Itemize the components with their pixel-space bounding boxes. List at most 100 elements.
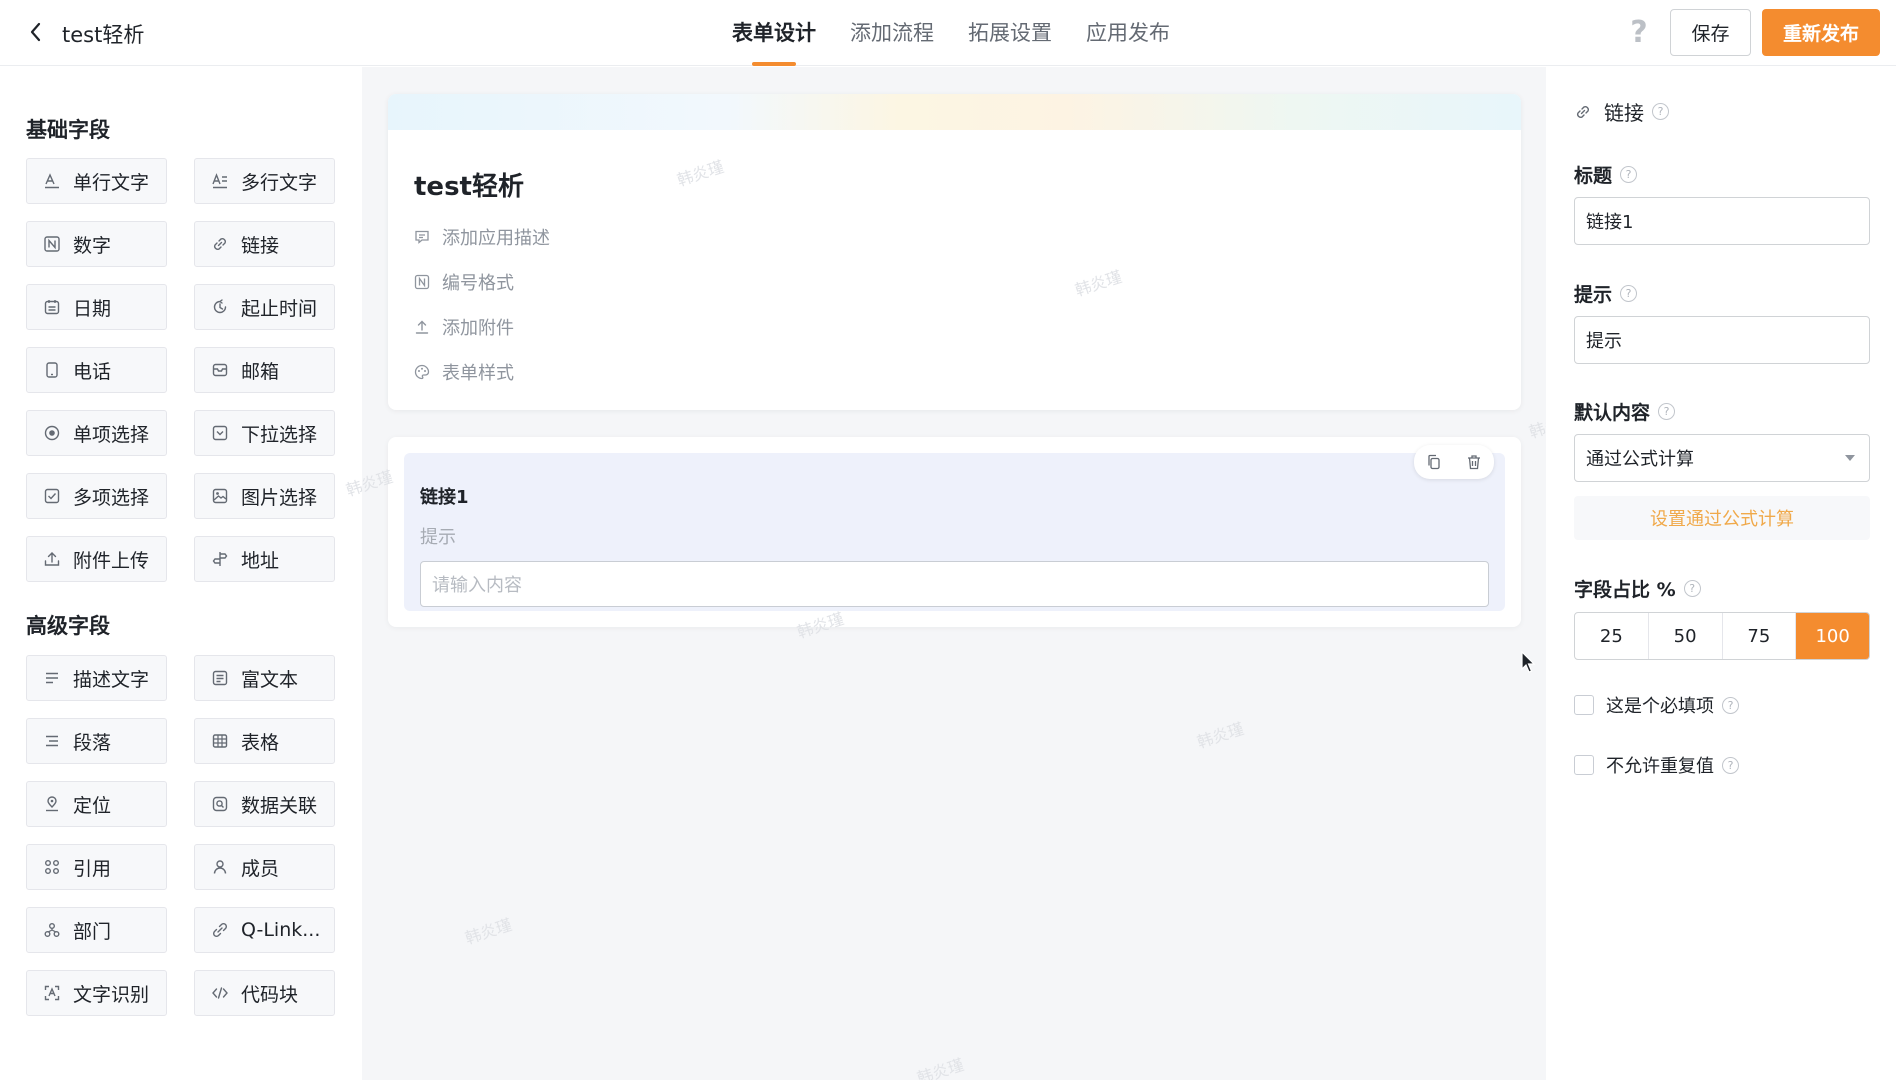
ratio-option-50[interactable]: 50 [1649,613,1723,659]
field-ocr[interactable]: 文字识别 [26,970,167,1016]
field-single-line-text[interactable]: 单行文字 [26,158,167,204]
tab-extension-settings[interactable]: 拓展设置 [968,0,1052,66]
help-icon[interactable]: ? [1624,16,1654,50]
field-label: 文字识别 [73,983,150,1006]
hint-label-text: 提示 [1574,284,1613,306]
field-dropdown[interactable]: 下拉选择 [194,410,335,456]
hint-input[interactable]: 提示 [1574,316,1870,364]
field-link[interactable]: 链接 [194,221,335,267]
form-title[interactable]: test轻析 [414,166,524,203]
ratio-option-100[interactable]: 100 [1796,613,1869,659]
field-attachment-upload[interactable]: 附件上传 [26,536,167,582]
field-properties-panel: 链接 ? 标题 ? 链接1 提示 ? 提示 默认内容 ? 通过公式计算 设置通过… [1546,67,1896,1080]
field-department[interactable]: 部门 [26,907,167,953]
field-table[interactable]: 表格 [194,718,335,764]
reference-icon [45,860,59,874]
hint-label: 提示 ? [1574,280,1638,307]
upload-icon [415,320,429,334]
field-checkbox[interactable]: 多项选择 [26,473,167,519]
field-label: 邮箱 [241,360,280,383]
field-member[interactable]: 成员 [194,844,335,890]
field-label: 描述文字 [73,668,150,691]
meta-label: 添加附件 [442,318,514,339]
field-actions [1414,445,1494,479]
field-data-link[interactable]: 数据关联 [194,781,335,827]
member-icon [213,860,227,874]
field-radio[interactable]: 单项选择 [26,410,167,456]
field-description-text[interactable]: 描述文字 [26,655,167,701]
basic-fields-title: 基础字段 [26,118,110,142]
help-circle-icon[interactable]: ? [1683,580,1701,597]
set-formula-button[interactable]: 设置通过公式计算 [1574,496,1870,540]
number-format-link[interactable]: 编号格式 [414,269,514,295]
calendar-icon [44,300,60,315]
title-input[interactable]: 链接1 [1574,197,1870,245]
link-icon [214,238,226,250]
republish-button[interactable]: 重新发布 [1762,9,1880,56]
chevron-left-icon [30,22,41,42]
add-description-link[interactable]: 添加应用描述 [414,224,550,250]
field-label: 表格 [241,731,280,754]
mouse-cursor-icon [1521,650,1536,673]
field-label: 数据关联 [241,794,318,817]
tab-form-design[interactable]: 表单设计 [732,0,816,66]
save-button[interactable]: 保存 [1670,9,1751,56]
field-phone[interactable]: 电话 [26,347,167,393]
trash-icon[interactable] [1464,452,1484,472]
field-code-block[interactable]: 代码块 [194,970,335,1016]
selected-link-field[interactable]: 链接1 提示 请输入内容 [404,445,1505,611]
number-format-icon [414,274,430,290]
field-image-select[interactable]: 图片选择 [194,473,335,519]
copy-icon[interactable] [1424,452,1444,472]
upload-icon [44,552,60,566]
meta-label: 添加应用描述 [442,228,550,249]
meta-label: 编号格式 [442,273,514,294]
paragraph-icon [46,735,58,747]
title-label-text: 标题 [1574,165,1613,187]
help-circle-icon[interactable]: ? [1722,696,1739,714]
field-label: 链接 [241,234,280,257]
help-circle-icon[interactable]: ? [1620,166,1638,183]
multi-line-text-icon [212,173,227,189]
field-paragraph[interactable]: 段落 [26,718,167,764]
help-circle-icon[interactable]: ? [1652,103,1669,120]
ratio-option-75[interactable]: 75 [1723,613,1797,659]
mail-icon [212,363,228,377]
data-link-icon [212,796,228,812]
field-label: 多行文字 [241,171,318,194]
field-input-preview[interactable]: 请输入内容 [420,561,1489,607]
form-fields-card: 链接1 提示 请输入内容 [388,437,1521,627]
field-email[interactable]: 邮箱 [194,347,335,393]
checkbox[interactable] [1574,695,1594,715]
field-rich-text[interactable]: 富文本 [194,655,335,701]
field-address[interactable]: 地址 [194,536,335,582]
ratio-option-25[interactable]: 25 [1575,613,1649,659]
field-time-range[interactable]: 起止时间 [194,284,335,330]
default-content-select[interactable]: 通过公式计算 [1574,434,1870,482]
qlink-icon [212,922,228,938]
radio-icon [44,425,60,441]
tab-app-publish[interactable]: 应用发布 [1086,0,1170,66]
form-style-link[interactable]: 表单样式 [414,359,514,385]
help-circle-icon[interactable]: ? [1620,285,1638,302]
field-label: 成员 [241,857,280,880]
help-circle-icon[interactable]: ? [1658,403,1676,420]
field-label: 起止时间 [241,297,318,320]
add-attachment-link[interactable]: 添加附件 [414,314,514,340]
field-label: 多项选择 [73,486,150,509]
help-circle-icon[interactable]: ? [1722,756,1739,774]
no-duplicate-checkbox[interactable]: 不允许重复值 ? [1574,752,1739,778]
field-label: 电话 [73,360,112,383]
required-checkbox[interactable]: 这是个必填项 ? [1574,692,1739,718]
field-number[interactable]: 数字 [26,221,167,267]
field-date[interactable]: 日期 [26,284,167,330]
field-reference[interactable]: 引用 [26,844,167,890]
field-qlink[interactable]: Q-Link... [194,907,335,953]
field-label: Q-Link... [241,919,321,941]
field-multi-line-text[interactable]: 多行文字 [194,158,335,204]
field-location[interactable]: 定位 [26,781,167,827]
checkbox[interactable] [1574,755,1594,775]
field-label: 单行文字 [73,171,150,194]
tab-add-workflow[interactable]: 添加流程 [850,0,934,66]
back-button[interactable] [22,18,50,46]
